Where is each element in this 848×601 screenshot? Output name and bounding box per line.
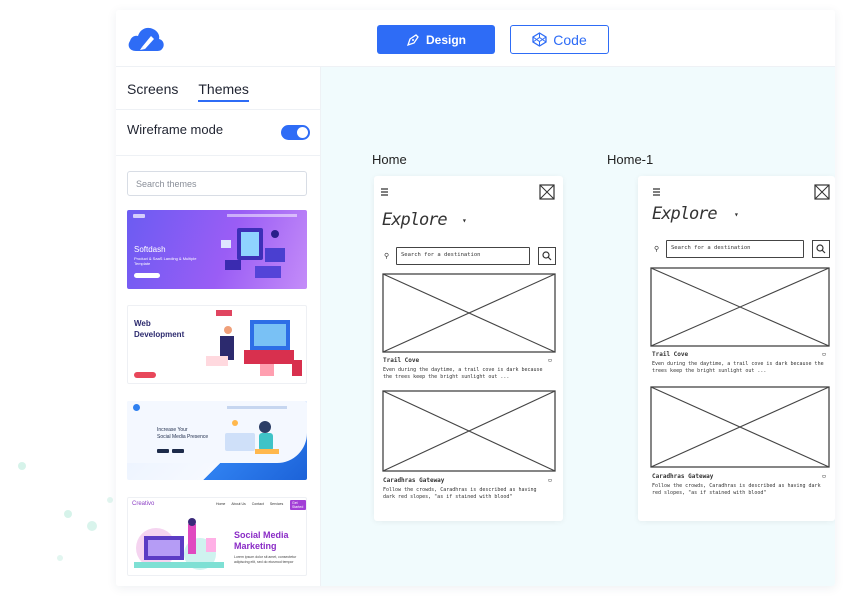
- bookmark-icon: ▫: [548, 476, 553, 484]
- card-text: Follow the crowds, Caradhras is describe…: [652, 483, 821, 496]
- menu-icon: [653, 188, 660, 196]
- theme-subtitle: Product & SaaS Landing & Multiple Templa…: [134, 256, 197, 266]
- theme-title-line2: Social Media Presence: [157, 434, 209, 440]
- search-icon[interactable]: [812, 240, 830, 258]
- card-title: Trail Cove: [652, 351, 689, 358]
- divider: [116, 109, 321, 110]
- wireframe-heading: Explore: [652, 204, 718, 224]
- design-button-label: Design: [425, 32, 466, 47]
- isometric-illustration: [221, 228, 285, 278]
- theme-card-social-marketing[interactable]: Creativo Home About Us Contact Services …: [127, 497, 307, 576]
- code-button[interactable]: Code: [510, 25, 609, 54]
- theme-title-line1: Increase Your: [157, 427, 188, 433]
- image-placeholder-icon: [539, 184, 555, 200]
- tab-screens[interactable]: Screens: [127, 81, 178, 102]
- card-text: Even during the daytime, a trail cove is…: [383, 367, 543, 380]
- decorative-dots: [18, 462, 113, 561]
- location-icon: ⚲: [654, 245, 660, 253]
- wireframe-image-placeholder: [650, 267, 830, 347]
- design-canvas: Home Home-1 Explore ▾ ⚲ Search for a des…: [321, 67, 835, 586]
- marketing-illustration: [134, 518, 224, 570]
- tab-themes[interactable]: Themes: [198, 81, 249, 102]
- sidebar-tabs: Screens Themes: [127, 81, 249, 102]
- theme-brand: Creativo: [132, 501, 155, 507]
- wireframe-search-box[interactable]: Search for a destination: [666, 240, 804, 258]
- search-icon[interactable]: [538, 247, 556, 265]
- bookmark-icon: ▫: [548, 356, 553, 364]
- card-title: Caradhras Gateway: [652, 473, 714, 480]
- code-button-label: Code: [553, 31, 587, 48]
- wireframe-image-placeholder: [650, 386, 830, 468]
- theme-title-line2: Development: [134, 330, 185, 339]
- theme-title-line1: Social Media: [234, 530, 289, 540]
- codepen-icon: [532, 32, 547, 47]
- theme-title-line1: Web: [134, 319, 151, 328]
- app-window: Design Code Screens Themes Wireframe mod…: [116, 10, 835, 586]
- person-laptop-illustration: [225, 420, 279, 454]
- isometric-illustration: [206, 310, 302, 376]
- bookmark-icon: ▫: [822, 472, 827, 480]
- sidebar: Screens Themes Wireframe mode Softdash P…: [116, 67, 321, 586]
- wireframe-screen-home[interactable]: Explore ▾ ⚲ Search for a destination Tra…: [374, 176, 563, 521]
- wireframe-screen-home-1[interactable]: Explore ▾ ⚲ Search for a destination Tra…: [638, 176, 835, 521]
- wireframe-search-box[interactable]: Search for a destination: [396, 247, 530, 265]
- pen-icon: [406, 33, 419, 46]
- wireframe-image-placeholder: [382, 273, 556, 353]
- theme-cta: Get Started: [290, 500, 306, 510]
- search-themes-input[interactable]: [127, 171, 307, 196]
- theme-title: Softdash: [134, 245, 166, 254]
- location-icon: ⚲: [384, 252, 390, 260]
- wireframe-image-placeholder: [382, 390, 556, 472]
- theme-text: Lorem ipsum dolor sit amet, consectetur …: [234, 555, 297, 564]
- theme-card-social-presence[interactable]: Increase Your Social Media Presence: [127, 401, 307, 480]
- card-title: Trail Cove: [383, 357, 420, 364]
- divider: [116, 155, 321, 156]
- top-toolbar: Design Code: [116, 10, 835, 67]
- theme-card-web-development[interactable]: Web Development: [127, 305, 307, 384]
- theme-title-line2: Marketing: [234, 541, 277, 551]
- chevron-down-icon: ▾: [462, 216, 467, 225]
- screen-label-home: Home: [372, 152, 407, 167]
- card-text: Even during the daytime, a trail cove is…: [652, 361, 824, 374]
- card-text: Follow the crowds, Caradhras is describe…: [383, 487, 537, 500]
- cloud-pen-logo-icon: [128, 27, 164, 51]
- theme-card-softdash[interactable]: Softdash Product & SaaS Landing & Multip…: [127, 210, 307, 289]
- menu-icon: [381, 188, 388, 196]
- wireframe-heading: Explore: [382, 210, 448, 230]
- screen-label-home-1: Home-1: [607, 152, 654, 167]
- image-placeholder-icon: [814, 184, 830, 200]
- chevron-down-icon: ▾: [734, 210, 739, 219]
- design-button[interactable]: Design: [377, 25, 495, 54]
- wireframe-mode-label: Wireframe mode: [127, 122, 224, 137]
- card-title: Caradhras Gateway: [383, 477, 445, 484]
- bookmark-icon: ▫: [822, 350, 827, 358]
- wireframe-mode-toggle[interactable]: [281, 125, 310, 140]
